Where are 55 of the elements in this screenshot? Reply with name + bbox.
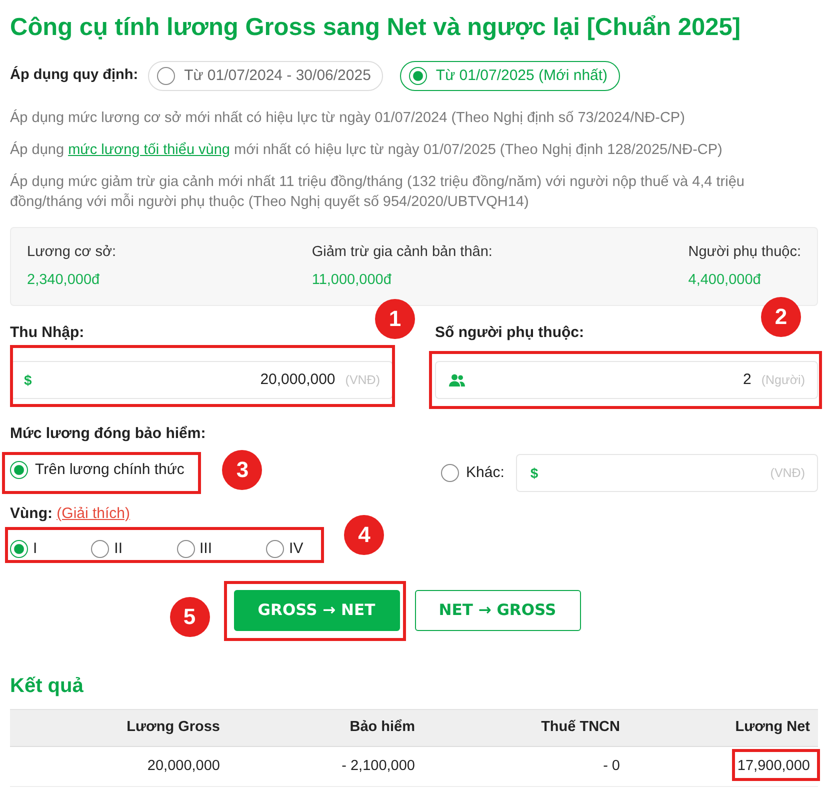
field-label: Vùng:: [10, 505, 52, 522]
unit-label: (VNĐ): [770, 464, 805, 482]
callout-badge: 2: [761, 297, 801, 337]
input-value: 20,000,000: [259, 370, 336, 390]
option-label[interactable]: III: [200, 539, 212, 559]
radio-button[interactable]: [157, 67, 176, 85]
dollar-icon: $: [530, 465, 538, 481]
radio-button[interactable]: [408, 67, 427, 85]
summary-value: 11,000,000đ: [312, 271, 392, 290]
summary-value: 2,340,000đ: [27, 271, 101, 290]
column-header: Thuế TNCN: [423, 710, 628, 746]
radio-button[interactable]: [91, 540, 110, 558]
unit-label: (VNĐ): [345, 372, 380, 389]
note-text: Áp dụng mức lương cơ sở mới nhất có hiệu lực từ ngày 01/07/2024 (Theo Nghị định số 73/2024/NĐ-CP): [10, 108, 686, 128]
field-label: Áp dụng quy định:: [10, 65, 138, 86]
option-label[interactable]: II: [114, 539, 123, 559]
regulation-option[interactable]: Từ 01/07/2024 - 30/06/2025: [148, 61, 383, 91]
users-icon: [449, 374, 465, 386]
callout-badge: 3: [222, 450, 262, 490]
amount-value: - 0: [603, 758, 620, 774]
unit-label: (Người): [761, 372, 805, 389]
option-label[interactable]: IV: [289, 539, 304, 559]
radio-button[interactable]: [10, 460, 28, 478]
column-header: Lương Net: [628, 710, 818, 746]
explanation-link[interactable]: (Giải thích): [56, 505, 130, 522]
radio-button[interactable]: [10, 540, 28, 558]
dependents-field[interactable]: 2 (Người): [435, 361, 818, 399]
page-title: Công cụ tính lương Gross sang Net và ngược lại [Chuẩn 2025]: [10, 13, 742, 43]
summary-label: Người phụ thuộc:: [688, 243, 801, 262]
field-label: Mức lương đóng bảo hiểm:: [10, 424, 207, 444]
field-label: Số người phụ thuộc:: [435, 323, 585, 343]
income-field[interactable]: $ 20,000,000 (VNĐ): [10, 361, 393, 399]
note-text: Áp dụng mức giảm trừ gia cảnh mới nhất 11 triệu đồng/tháng (132 triệu đồng/năm) với người nộp thuế và 4,4 triệu đồng/tháng với mỗi người phụ thuộc (Theo Nghị quyết số 954/2020/UBTVQH14): [10, 172, 746, 212]
note-text: Áp dụng mức lương tối thiểu vùng mới nhất có hiệu lực từ ngày 01/07/2025 (Theo Nghị định 128/2025/NĐ-CP): [10, 140, 724, 160]
column-header: Bảo hiểm: [228, 710, 423, 746]
option-label[interactable]: I: [33, 539, 38, 559]
field-label: Thu Nhập:: [10, 323, 86, 343]
callout-badge: 5: [170, 597, 210, 637]
summary-label: Giảm trừ gia cảnh bản thân:: [312, 243, 492, 262]
option-label[interactable]: Khác:: [466, 462, 504, 484]
radio-button[interactable]: [266, 540, 284, 558]
dollar-icon: $: [24, 372, 32, 388]
column-header: Lương Gross: [10, 710, 228, 746]
option-label[interactable]: Trên lương chính thức: [35, 460, 184, 480]
callout-badge: 4: [344, 515, 384, 555]
input-value: 2: [742, 370, 752, 390]
amount-value: - 2,100,000: [342, 758, 415, 774]
amount-value: 17,900,000: [737, 758, 810, 774]
radio-button[interactable]: [441, 464, 459, 482]
callout-badge: 1: [375, 299, 415, 339]
summary-value: 4,400,000đ: [688, 271, 762, 290]
section-title: Kết quả: [10, 674, 84, 699]
radio-button[interactable]: [176, 540, 195, 558]
summary-label: Lương cơ sở:: [27, 243, 116, 262]
amount-value: 20,000,000: [147, 758, 220, 774]
